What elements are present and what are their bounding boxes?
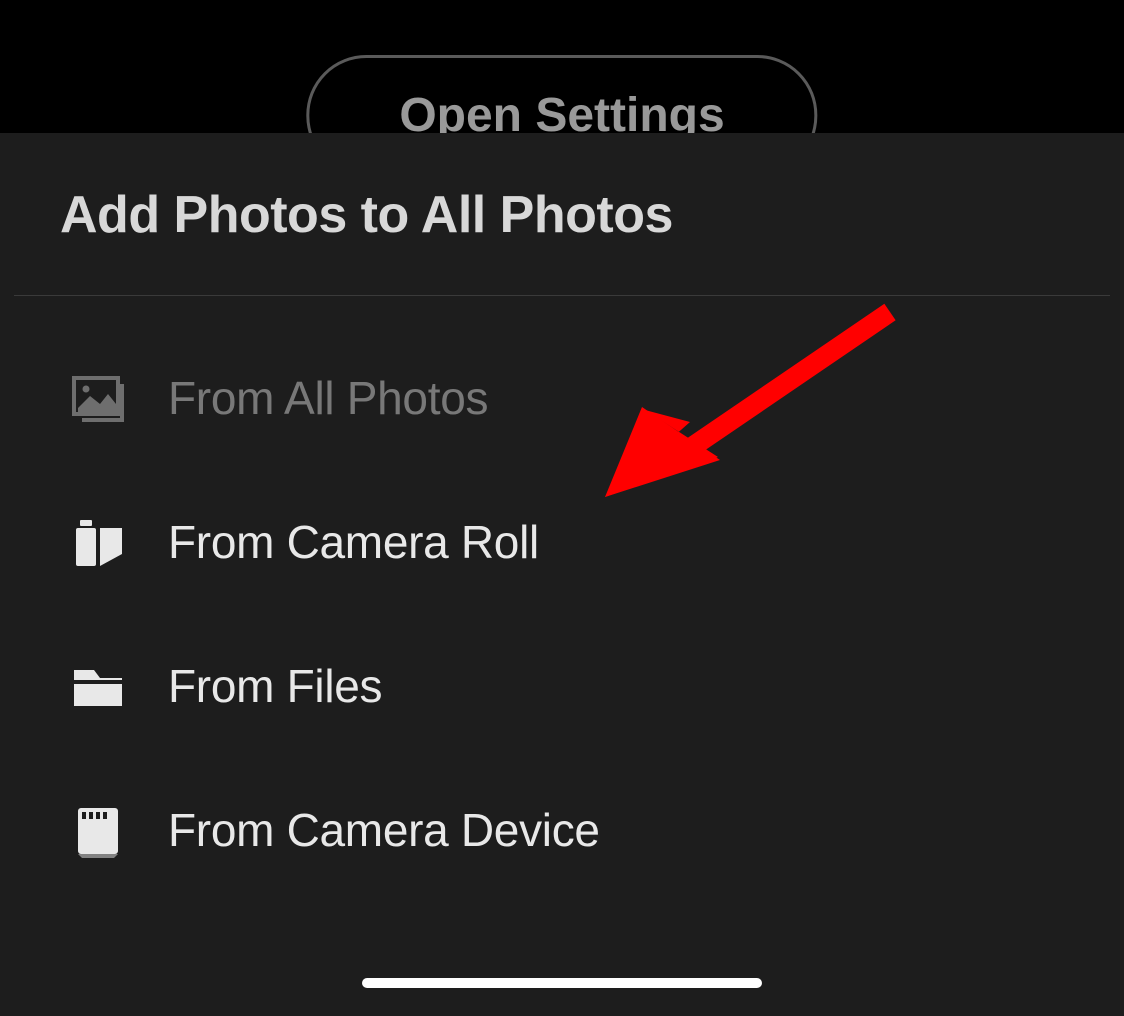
camera-device-icon	[68, 800, 128, 860]
camera-roll-icon	[68, 512, 128, 572]
sheet-title: Add Photos to All Photos	[0, 133, 1124, 295]
add-photos-sheet: Add Photos to All Photos From All Photos	[0, 133, 1124, 1016]
home-indicator[interactable]	[362, 978, 762, 988]
option-from-camera-device[interactable]: From Camera Device	[0, 758, 1124, 902]
files-icon	[68, 656, 128, 716]
option-from-camera-roll[interactable]: From Camera Roll	[0, 470, 1124, 614]
option-label: From Files	[168, 659, 382, 713]
option-label: From All Photos	[168, 371, 488, 425]
option-list: From All Photos From Camera Roll From Fi…	[0, 296, 1124, 902]
option-from-all-photos: From All Photos	[0, 326, 1124, 470]
option-from-files[interactable]: From Files	[0, 614, 1124, 758]
all-photos-icon	[68, 368, 128, 428]
option-label: From Camera Roll	[168, 515, 539, 569]
option-label: From Camera Device	[168, 803, 600, 857]
